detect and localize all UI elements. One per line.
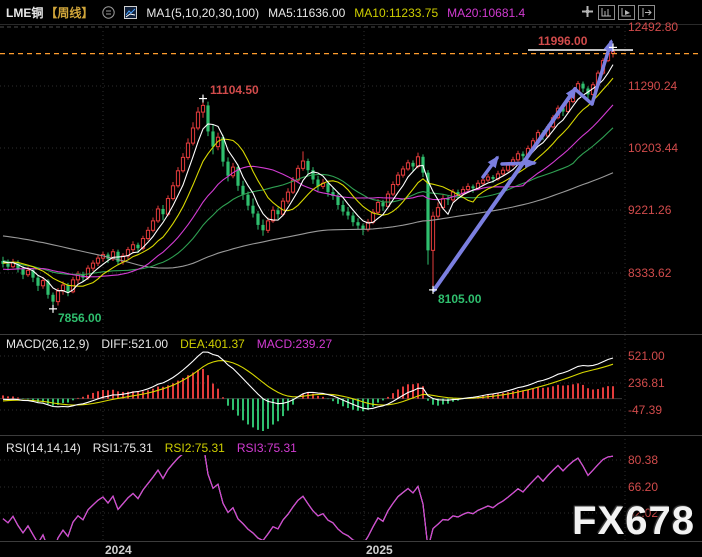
indicator-chart-icon <box>124 6 137 19</box>
chart-canvas[interactable] <box>0 0 702 557</box>
price-axis-label: 8333.62 <box>628 266 671 280</box>
macd-hist-value: MACD:239.27 <box>257 337 332 351</box>
chart-toolbar <box>580 5 655 20</box>
move-crosshair-icon[interactable] <box>580 5 595 18</box>
chart-header: LME铜 【周线】 MA1(5,10,20,30,100) MA5:11636.… <box>6 4 525 21</box>
rsi-axis-label: 66.20 <box>628 480 658 494</box>
ma10-value: MA10:11233.75 <box>354 6 438 20</box>
menu-circle-icon[interactable] <box>102 6 115 19</box>
rsi-panel-header: RSI(14,14,14) RSI1:75.31 RSI2:75.31 RSI3… <box>6 441 297 455</box>
symbol-title: LME铜 <box>6 4 43 21</box>
price-axis-label: 11290.24 <box>628 79 677 93</box>
export-chart-icon[interactable] <box>638 5 655 20</box>
time-axis-year-label: 2025 <box>366 543 393 557</box>
trend-arrow-annotation <box>483 158 497 177</box>
gridlines <box>0 25 702 542</box>
price-mark-label: 7856.00 <box>58 311 101 325</box>
ma20-value: MA20:10681.4 <box>447 6 525 20</box>
trend-arrow-annotation <box>434 89 575 290</box>
axis-scale-icon[interactable] <box>598 5 615 20</box>
price-axis-label: 9221.26 <box>628 203 671 217</box>
trend-arrow-annotation <box>502 163 534 164</box>
axis-play-icon[interactable] <box>618 5 635 20</box>
macd-axis-label: -47.39 <box>628 403 662 417</box>
price-mark-label: 11104.50 <box>210 83 259 97</box>
timeframe-label: 【周线】 <box>45 4 93 21</box>
ma-settings-label: MA1(5,10,20,30,100) <box>146 6 259 20</box>
price-mark-label: 8105.00 <box>438 292 481 306</box>
price-axis-label: 10203.44 <box>628 141 678 155</box>
price-mark-label: 11996.00 <box>538 34 587 48</box>
rsi1-value: RSI1:75.31 <box>93 441 153 455</box>
macd-panel-header: MACD(26,12,9) DIFF:521.00 DEA:401.37 MAC… <box>6 337 332 351</box>
drawing-annotations <box>49 42 633 313</box>
candlestick-layer <box>1 47 614 308</box>
rsi2-value: RSI2:75.31 <box>165 441 225 455</box>
watermark: FX678 <box>572 499 695 544</box>
trading-chart-window: LME铜 【周线】 MA1(5,10,20,30,100) MA5:11636.… <box>0 0 702 557</box>
macd-axis-label: 521.00 <box>628 349 665 363</box>
macd-name-label: MACD(26,12,9) <box>6 337 89 351</box>
price-axis-label: 12492.80 <box>628 20 678 34</box>
rsi-axis-label: 80.38 <box>628 453 658 467</box>
macd-diff-value: DIFF:521.00 <box>101 337 168 351</box>
macd-axis-label: 236.81 <box>628 376 665 390</box>
ma5-value: MA5:11636.00 <box>268 6 345 20</box>
macd-dea-value: DEA:401.37 <box>180 337 245 351</box>
rsi3-value: RSI3:75.31 <box>237 441 297 455</box>
rsi-layer <box>3 442 613 553</box>
rsi-name-label: RSI(14,14,14) <box>6 441 81 455</box>
time-axis-year-label: 2024 <box>105 543 132 557</box>
macd-layer <box>0 352 622 431</box>
